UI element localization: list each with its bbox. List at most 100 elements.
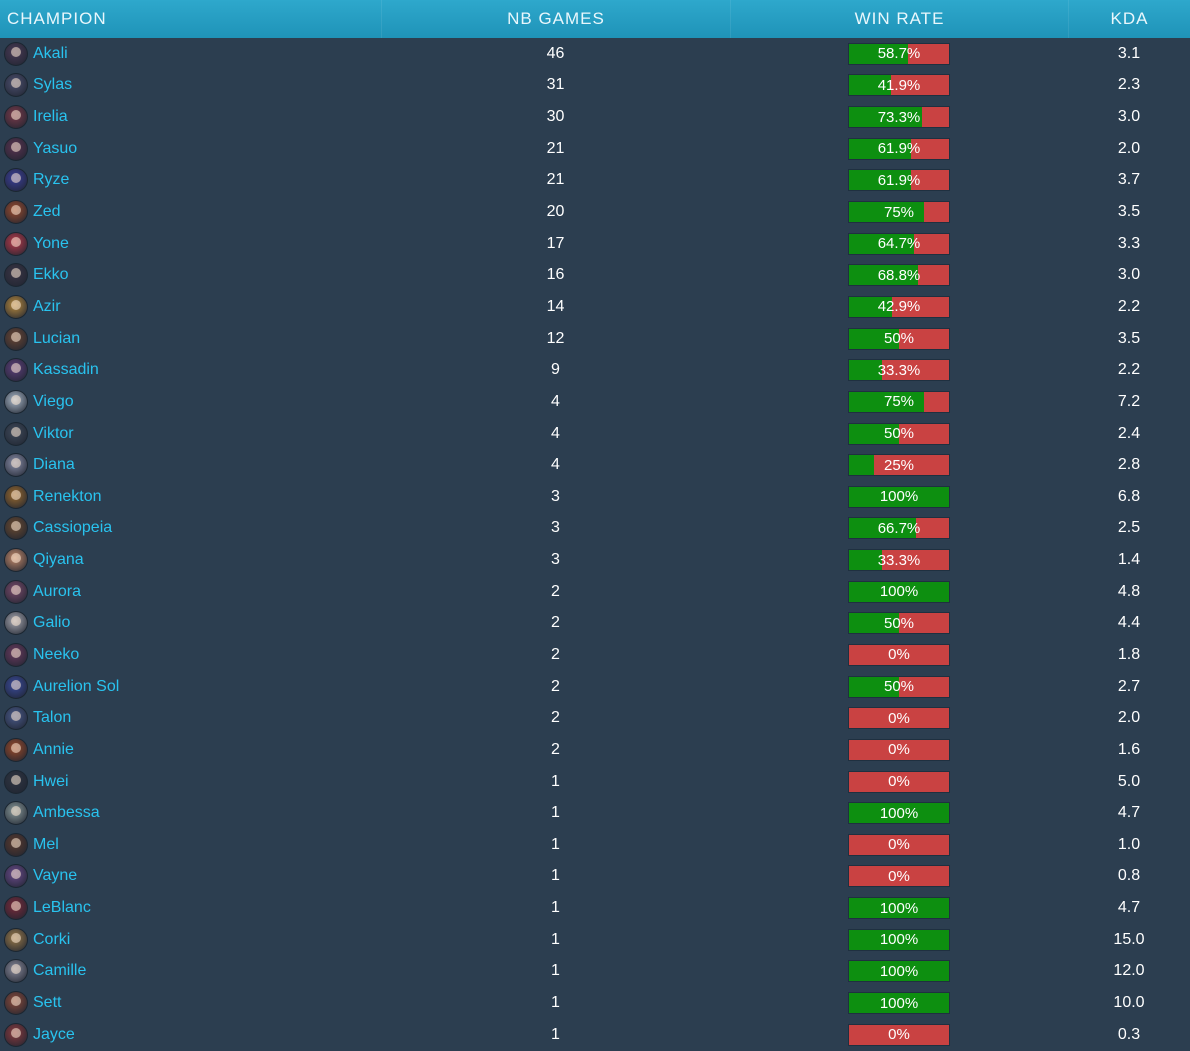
champion-name-link[interactable]: LeBlanc — [33, 899, 91, 917]
champion-cell: Hwei — [0, 766, 381, 798]
table-header: CHAMPION NB GAMES WIN RATE KDA — [0, 0, 1190, 38]
champion-name-link[interactable]: Vayne — [33, 867, 77, 885]
kda-cell: 2.5 — [1068, 513, 1190, 545]
table-row[interactable]: Hwei 1 0% 5.0 — [0, 766, 1190, 798]
champion-cell: Aurelion Sol — [0, 671, 381, 703]
table-row[interactable]: Talon 2 0% 2.0 — [0, 702, 1190, 734]
table-row[interactable]: Kassadin 9 33.3% 2.2 — [0, 354, 1190, 386]
champion-name-link[interactable]: Jayce — [33, 1026, 75, 1044]
leblanc-portrait-icon — [4, 896, 28, 921]
table-row[interactable]: Qiyana 3 33.3% 1.4 — [0, 544, 1190, 576]
champion-name-link[interactable]: Irelia — [33, 108, 68, 126]
table-row[interactable]: Neeko 2 0% 1.8 — [0, 639, 1190, 671]
table-row[interactable]: Irelia 30 73.3% 3.0 — [0, 101, 1190, 133]
talon-portrait-icon — [4, 706, 28, 731]
table-row[interactable]: LeBlanc 1 100% 4.7 — [0, 892, 1190, 924]
winrate-cell: 50% — [730, 323, 1068, 355]
champion-name-link[interactable]: Akali — [33, 45, 68, 63]
table-row[interactable]: Vayne 1 0% 0.8 — [0, 861, 1190, 893]
header-games[interactable]: NB GAMES — [381, 0, 730, 38]
champion-name-link[interactable]: Mel — [33, 836, 59, 854]
champion-name-link[interactable]: Azir — [33, 298, 61, 316]
table-row[interactable]: Corki 1 100% 15.0 — [0, 924, 1190, 956]
table-row[interactable]: Akali 46 58.7% 3.1 — [0, 38, 1190, 70]
champion-name-link[interactable]: Ryze — [33, 171, 69, 189]
winrate-bar: 0% — [848, 833, 950, 856]
winrate-bar: 0% — [848, 738, 950, 761]
winrate-cell: 64.7% — [730, 228, 1068, 260]
cassiopeia-portrait-icon — [4, 516, 28, 541]
table-row[interactable]: Viktor 4 50% 2.4 — [0, 418, 1190, 450]
champion-name-link[interactable]: Zed — [33, 203, 61, 221]
table-row[interactable]: Viego 4 75% 7.2 — [0, 386, 1190, 418]
jayce-portrait-icon — [4, 1022, 28, 1047]
table-row[interactable]: Ekko 16 68.8% 3.0 — [0, 259, 1190, 291]
champion-name-link[interactable]: Sett — [33, 994, 61, 1012]
champion-name-link[interactable]: Diana — [33, 456, 75, 474]
table-row[interactable]: Yone 17 64.7% 3.3 — [0, 228, 1190, 260]
champion-name-link[interactable]: Hwei — [33, 773, 69, 791]
champion-name-link[interactable]: Annie — [33, 741, 74, 759]
header-champion[interactable]: CHAMPION — [0, 0, 381, 38]
table-row[interactable]: Aurora 2 100% 4.8 — [0, 576, 1190, 608]
champion-cell: Azir — [0, 291, 381, 323]
champion-name-link[interactable]: Ambessa — [33, 804, 100, 822]
champion-name-link[interactable]: Sylas — [33, 76, 72, 94]
champion-name-link[interactable]: Viego — [33, 393, 74, 411]
winrate-label: 0% — [888, 773, 910, 791]
mel-portrait-icon — [4, 832, 28, 857]
champion-name-link[interactable]: Ekko — [33, 266, 69, 284]
header-winrate[interactable]: WIN RATE — [730, 0, 1068, 38]
kda-value: 6.8 — [1117, 487, 1141, 505]
table-row[interactable]: Yasuo 21 61.9% 2.0 — [0, 133, 1190, 165]
champion-name-link[interactable]: Renekton — [33, 488, 102, 506]
table-row[interactable]: Sylas 31 41.9% 2.3 — [0, 70, 1190, 102]
champion-cell: Galio — [0, 608, 381, 640]
table-row[interactable]: Azir 14 42.9% 2.2 — [0, 291, 1190, 323]
header-kda[interactable]: KDA — [1068, 0, 1190, 38]
winrate-cell: 75% — [730, 196, 1068, 228]
champion-name-link[interactable]: Talon — [33, 709, 71, 727]
games-count: 14 — [546, 297, 565, 315]
table-row[interactable]: Diana 4 25% 2.8 — [0, 449, 1190, 481]
table-row[interactable]: Lucian 12 50% 3.5 — [0, 323, 1190, 355]
table-row[interactable]: Jayce 1 0% 0.3 — [0, 1019, 1190, 1051]
champion-name-link[interactable]: Lucian — [33, 330, 80, 348]
champion-name-link[interactable]: Neeko — [33, 646, 79, 664]
champion-cell: Diana — [0, 449, 381, 481]
table-row[interactable]: Cassiopeia 3 66.7% 2.5 — [0, 513, 1190, 545]
champion-name-link[interactable]: Galio — [33, 614, 70, 632]
table-row[interactable]: Ambessa 1 100% 4.7 — [0, 797, 1190, 829]
lucian-portrait-icon — [4, 326, 28, 351]
champion-name-link[interactable]: Qiyana — [33, 551, 84, 569]
champion-name-link[interactable]: Yone — [33, 235, 69, 253]
winrate-label: 0% — [888, 1026, 910, 1044]
kda-cell: 3.5 — [1068, 323, 1190, 355]
table-row[interactable]: Sett 1 100% 10.0 — [0, 987, 1190, 1019]
champion-cell: Camille — [0, 956, 381, 988]
champion-name-link[interactable]: Aurelion Sol — [33, 678, 119, 696]
games-count: 9 — [551, 361, 560, 379]
champion-name-link[interactable]: Kassadin — [33, 361, 99, 379]
table-row[interactable]: Galio 2 50% 4.4 — [0, 608, 1190, 640]
table-row[interactable]: Renekton 3 100% 6.8 — [0, 481, 1190, 513]
champion-name-link[interactable]: Viktor — [33, 425, 74, 443]
table-row[interactable]: Annie 2 0% 1.6 — [0, 734, 1190, 766]
champion-name-link[interactable]: Aurora — [33, 583, 81, 601]
games-count: 21 — [546, 171, 565, 189]
champion-name-link[interactable]: Cassiopeia — [33, 519, 112, 537]
champion-cell: Mel — [0, 829, 381, 861]
winrate-cell: 0% — [730, 639, 1068, 671]
champion-name-link[interactable]: Camille — [33, 962, 86, 980]
table-row[interactable]: Zed 20 75% 3.5 — [0, 196, 1190, 228]
games-cell: 1 — [381, 861, 730, 893]
champion-cell: Yone — [0, 228, 381, 260]
table-row[interactable]: Aurelion Sol 2 50% 2.7 — [0, 671, 1190, 703]
table-row[interactable]: Ryze 21 61.9% 3.7 — [0, 165, 1190, 197]
table-row[interactable]: Camille 1 100% 12.0 — [0, 956, 1190, 988]
winrate-label: 100% — [879, 488, 919, 506]
winrate-label: 68.8% — [877, 266, 921, 284]
table-row[interactable]: Mel 1 0% 1.0 — [0, 829, 1190, 861]
champion-name-link[interactable]: Yasuo — [33, 140, 77, 158]
champion-name-link[interactable]: Corki — [33, 931, 70, 949]
